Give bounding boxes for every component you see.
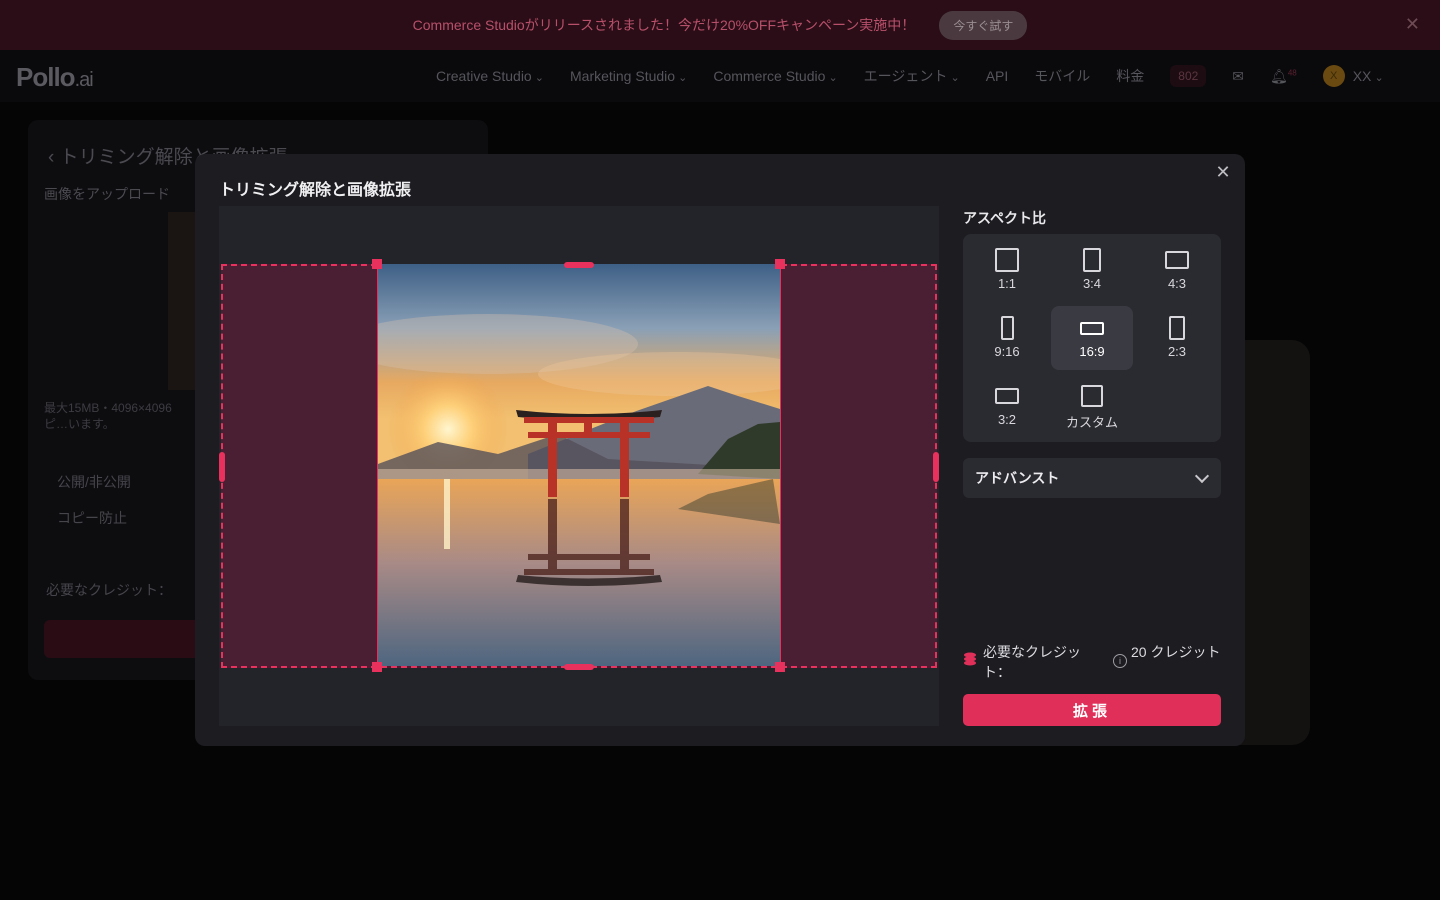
ratio-label: 3:2	[997, 412, 1017, 427]
background-upload-label: 画像をアップロード	[44, 186, 170, 202]
custom-ratio-icon	[1081, 385, 1103, 407]
background-thumbnail	[168, 212, 198, 390]
portrait-icon	[1083, 248, 1101, 272]
background-credits-label: 必要なクレジット：	[46, 582, 172, 598]
advanced-label: アドバンスト	[975, 470, 1060, 486]
notification-count: 48	[1287, 67, 1297, 77]
aspect-ratio-grid: 1:1 3:4 4:3 9:16 16:9 2:3 3:2 カスタム	[963, 234, 1221, 442]
extend-button[interactable]: 拡張	[963, 694, 1221, 726]
required-credits-row: 必要なクレジット： i 20 クレジット	[963, 642, 1221, 682]
ratio-label: 2:3	[1167, 344, 1187, 359]
resize-handle-top-right[interactable]	[775, 259, 785, 269]
bell-icon[interactable]: 🔔︎48	[1270, 68, 1297, 85]
source-image[interactable]	[377, 264, 781, 666]
resize-handle-bottom-right[interactable]	[775, 662, 785, 672]
landscape-icon	[995, 388, 1019, 404]
ratio-option-1-1[interactable]: 1:1	[966, 238, 1048, 302]
editor-canvas	[219, 206, 939, 726]
background-copy-protect: コピー防止	[57, 510, 127, 526]
nav-pricing[interactable]: 料金	[1116, 66, 1144, 86]
landscape-icon	[1165, 251, 1189, 269]
portrait-icon	[1169, 316, 1185, 340]
background-preview	[1238, 340, 1310, 745]
resize-handle-top-left[interactable]	[372, 259, 382, 269]
ratio-label: カスタム	[1065, 415, 1118, 430]
avatar[interactable]: X	[1322, 65, 1345, 87]
aspect-ratio-label: アスペクト比	[963, 210, 1047, 226]
credits-balance[interactable]: 802	[1170, 65, 1207, 87]
promo-banner-text: Commerce Studioがリリースされました！今だけ20%OFFキャンペー…	[412, 17, 916, 33]
top-header: Pollo.ai Creative Studio Marketing Studi…	[0, 50, 1440, 102]
ratio-label: 9:16	[994, 344, 1020, 359]
resize-handle-right[interactable]	[933, 452, 939, 482]
resize-handle-bottom[interactable]	[564, 664, 594, 670]
nav-commerce-studio[interactable]: Commerce Studio	[713, 68, 837, 84]
logo[interactable]: Pollo.ai	[16, 62, 94, 93]
info-icon[interactable]: i	[1113, 654, 1127, 668]
background-generate-button	[44, 620, 204, 658]
ratio-option-3-2[interactable]: 3:2	[966, 374, 1048, 438]
ratio-option-9-16[interactable]: 9:16	[966, 306, 1048, 370]
user-menu[interactable]: XX	[1353, 68, 1384, 84]
resize-handle-left[interactable]	[219, 452, 225, 482]
try-now-button[interactable]: 今すぐ試す	[939, 10, 1028, 40]
resize-handle-top[interactable]	[564, 262, 594, 268]
square-icon	[995, 248, 1019, 272]
required-credits-label: 必要なクレジット：	[983, 644, 1081, 680]
banner-close-icon[interactable]: ✕	[1405, 14, 1420, 35]
uncrop-modal: トリミング解除と画像拡張 ✕ アスペクト比 1:1 3:4 4:3 9:16 1…	[195, 154, 1245, 746]
promo-banner: Commerce Studioがリリースされました！今だけ20%OFFキャンペー…	[0, 0, 1440, 50]
chevron-down-icon	[1194, 468, 1210, 484]
nav-creative-studio[interactable]: Creative Studio	[436, 68, 544, 84]
nav-api[interactable]: API	[986, 68, 1009, 84]
modal-title: トリミング解除と画像拡張	[219, 182, 412, 199]
close-icon[interactable]: ✕	[1213, 162, 1233, 182]
nav-mobile[interactable]: モバイル	[1034, 66, 1090, 86]
ratio-label: 1:1	[997, 276, 1017, 291]
ratio-option-3-4[interactable]: 3:4	[1051, 238, 1133, 302]
ratio-option-4-3[interactable]: 4:3	[1136, 238, 1218, 302]
ratio-label: 4:3	[1167, 276, 1187, 291]
logo-text: Pollo	[16, 62, 76, 92]
torii-lake-image	[378, 264, 780, 666]
wide-landscape-icon	[1080, 321, 1104, 335]
ratio-option-2-3[interactable]: 2:3	[1136, 306, 1218, 370]
nav-marketing-studio[interactable]: Marketing Studio	[570, 68, 687, 84]
main-nav: Creative Studio Marketing Studio Commerc…	[436, 50, 1384, 102]
resize-handle-bottom-left[interactable]	[372, 662, 382, 672]
required-credits-value: 20 クレジット	[1131, 644, 1221, 660]
background-public-toggle: 公開/非公開	[57, 474, 131, 490]
mail-icon[interactable]: ✉	[1232, 68, 1244, 85]
advanced-dropdown[interactable]: アドバンスト	[963, 458, 1221, 498]
ratio-option-custom[interactable]: カスタム	[1051, 374, 1133, 438]
coin-stack-icon	[964, 652, 976, 666]
logo-suffix: .ai	[74, 69, 94, 91]
tall-portrait-icon	[1000, 316, 1014, 340]
ratio-label: 3:4	[1082, 276, 1102, 291]
settings-panel: アスペクト比 1:1 3:4 4:3 9:16 16:9 2:3 3:2 カスタ…	[963, 206, 1221, 726]
ratio-label: 16:9	[1079, 344, 1105, 359]
background-upload-note: 最大15MB・4096×4096ピ…います。	[44, 401, 172, 431]
ratio-option-16-9[interactable]: 16:9	[1051, 306, 1133, 370]
nav-agent[interactable]: エージェント	[864, 66, 960, 86]
